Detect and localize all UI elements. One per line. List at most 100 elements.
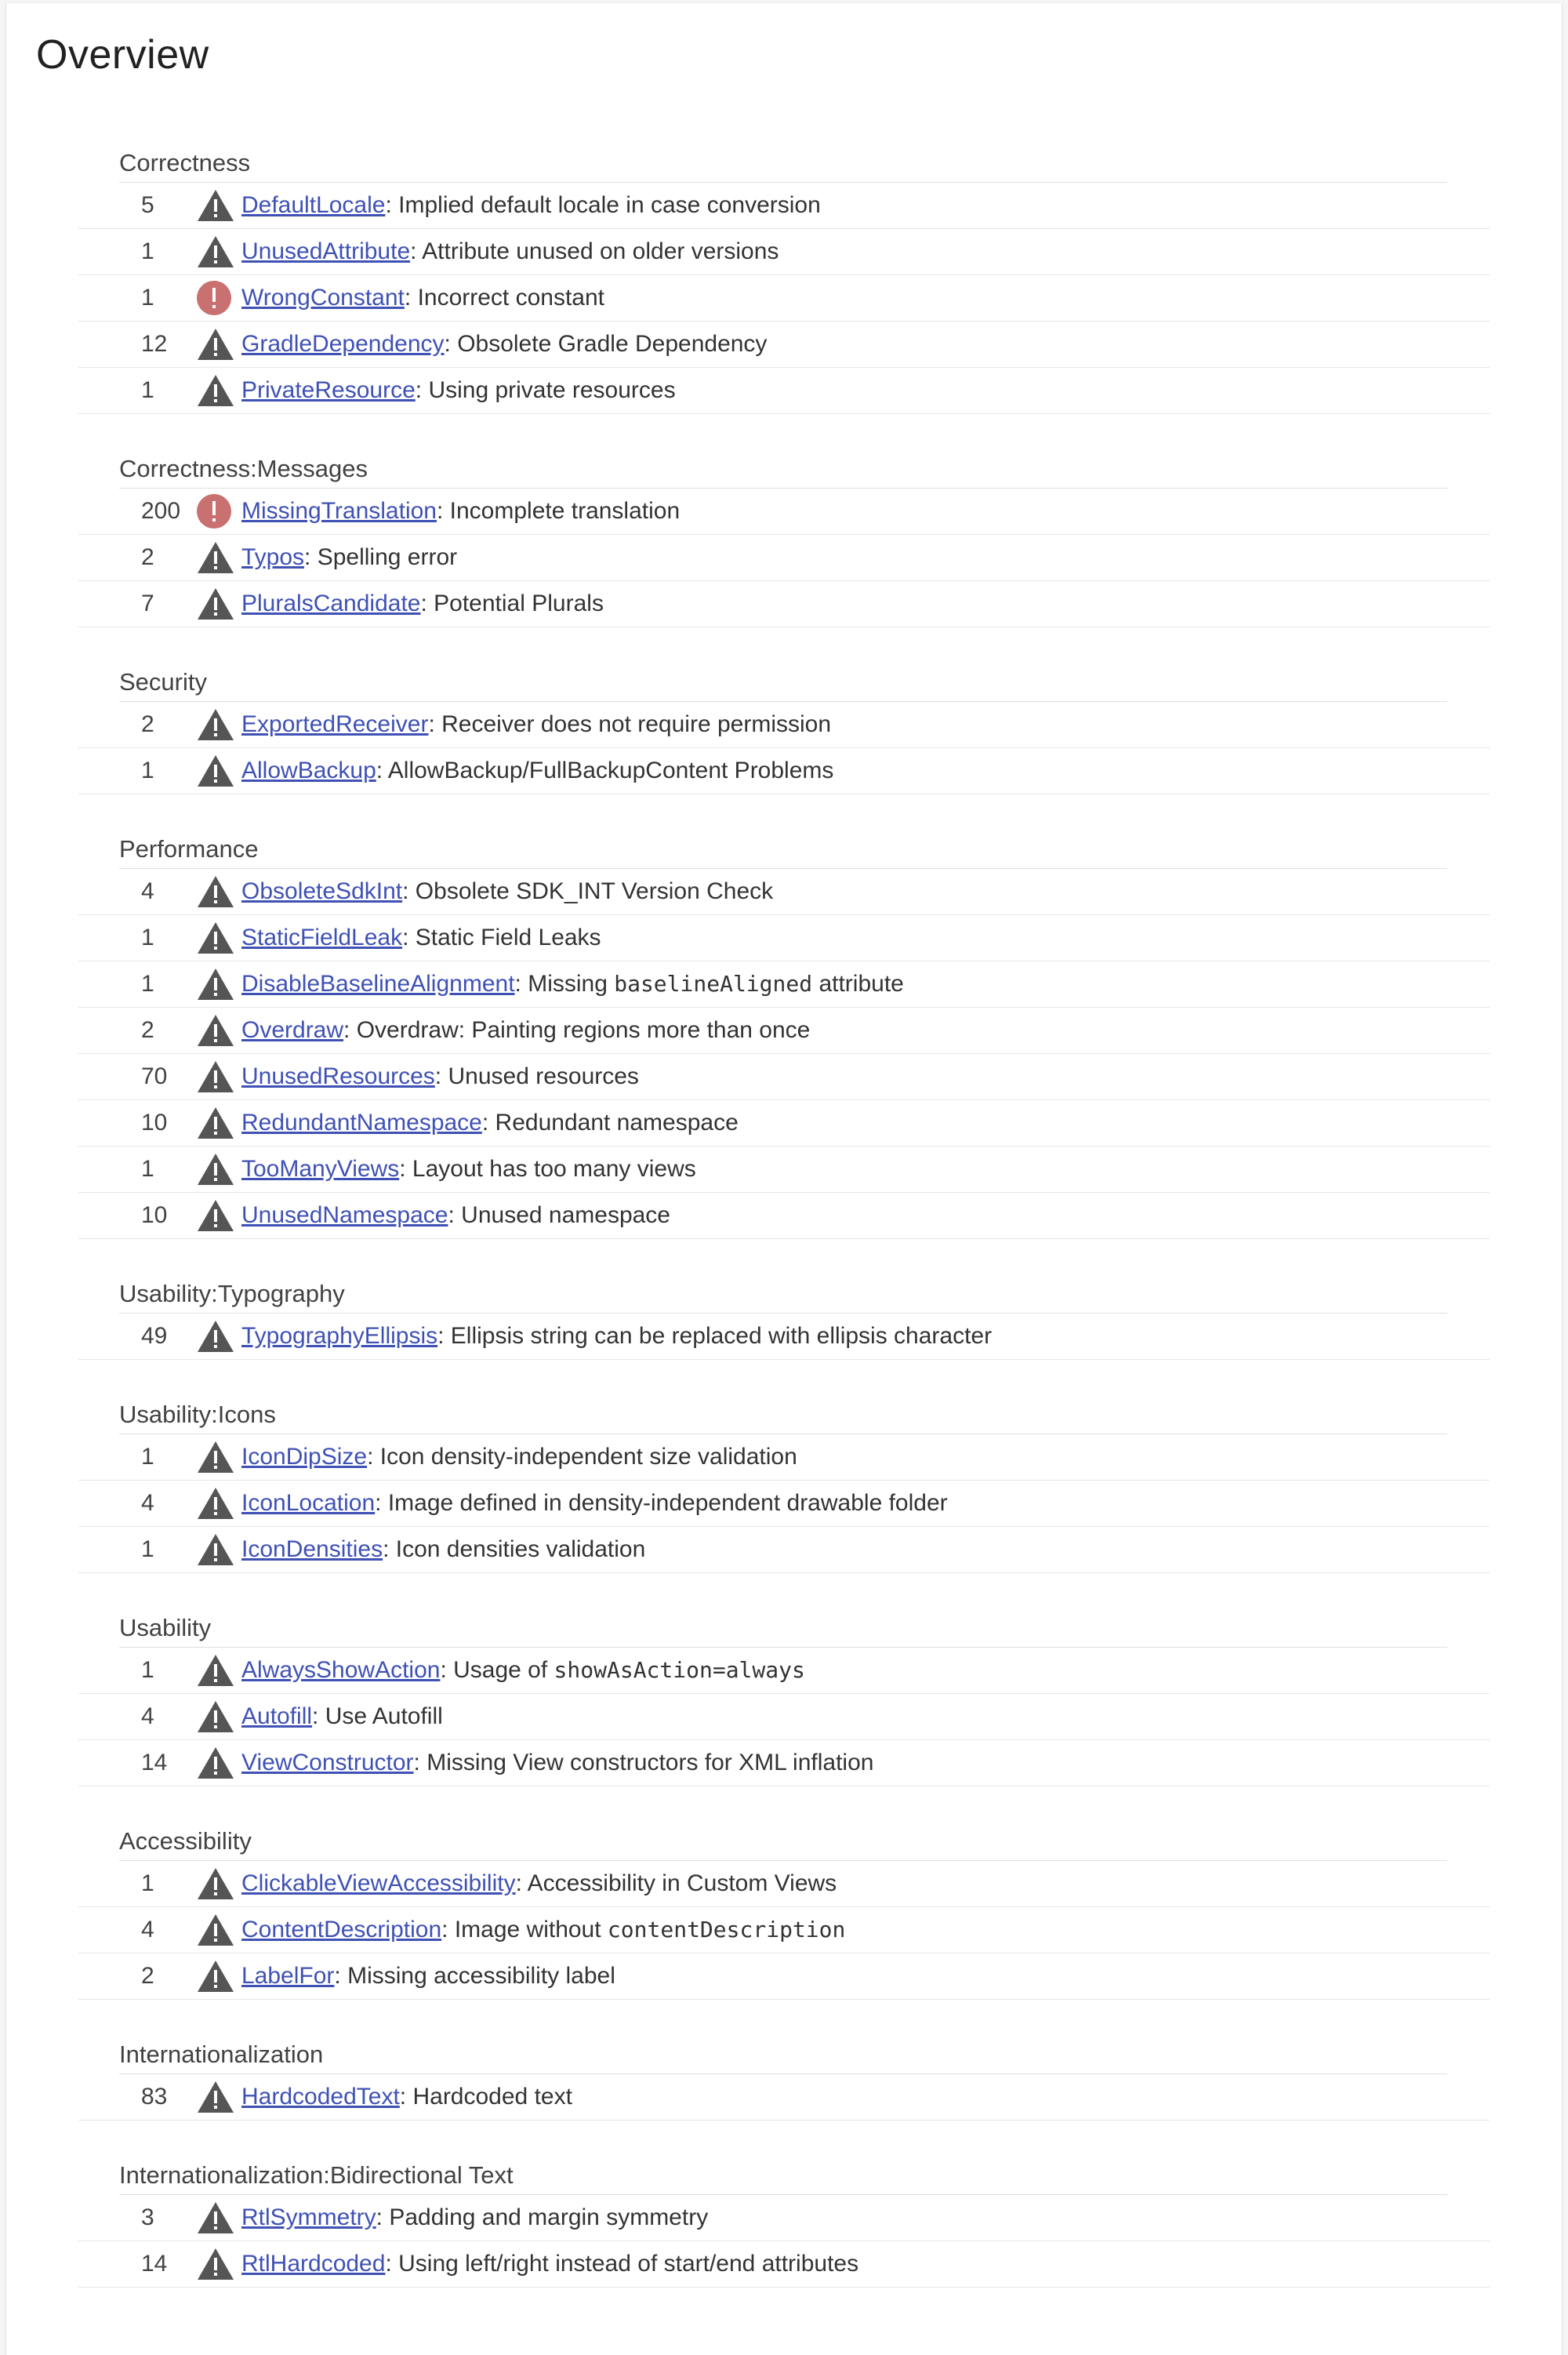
issue-link[interactable]: Autofill (241, 1703, 312, 1729)
issue-link[interactable]: UnusedAttribute (241, 238, 410, 264)
issue-description: AllowBackup: AllowBackup/FullBackupConte… (241, 758, 834, 783)
issue-summary: Redundant namespace (495, 1110, 739, 1136)
issue-description: Typos: Spelling error (241, 544, 458, 570)
issue-row: 200 MissingTranslation: Incomplete transl… (78, 489, 1490, 535)
section-usability-typography: Usability:Typography 49 TypographyEllipsis… (78, 1275, 1562, 1360)
issue-count: 1 (141, 1870, 154, 1896)
warning-triangle-icon (196, 965, 241, 1004)
issue-link[interactable]: RtlSymmetry (241, 2204, 376, 2230)
issue-link[interactable]: PluralsCandidate (241, 591, 420, 616)
issue-link[interactable]: PrivateResource (241, 377, 416, 403)
issue-row: 1 TooManyViews: Layout has too many views (78, 1147, 1490, 1193)
issue-link[interactable]: ObsoleteSdkInt (241, 878, 402, 904)
issue-summary: Static Field Leaks (415, 925, 601, 950)
issue-count: 2 (141, 1963, 154, 1989)
issue-row: 10 RedundantNamespace: Redundant namespac… (78, 1100, 1490, 1147)
issue-description: HardcodedText: Hardcoded text (241, 2084, 572, 2110)
warning-triangle-icon (196, 1910, 241, 1950)
section-title: Correctness (119, 144, 1447, 183)
issue-row: 1 WrongConstant: Incorrect constant (78, 275, 1490, 322)
overview-card: Overview Correctness 5 DefaultLocale: Impl… (6, 3, 1562, 2355)
issue-link[interactable]: ExportedReceiver (241, 711, 428, 737)
issue-link[interactable]: ContentDescription (241, 1917, 441, 1943)
warning-triangle-icon (196, 1150, 241, 1189)
issue-summary: Icon densities validation (395, 1536, 646, 1562)
issue-count: 4 (141, 1703, 154, 1729)
issue-link[interactable]: IconDipSize (241, 1444, 367, 1470)
issue-row: 1 ClickableViewAccessibility: Accessibili… (78, 1861, 1490, 1907)
issue-summary: Attribute unused on older versions (422, 238, 779, 264)
issue-row: 10 UnusedNamespace: Unused namespace (78, 1193, 1490, 1239)
issue-row: 7 PluralsCandidate: Potential Plurals (78, 581, 1490, 627)
issue-row: 49 TypographyEllipsis: Ellipsis string ca… (78, 1314, 1490, 1360)
issue-row: 14 RtlHardcoded: Using left/right instead… (78, 2241, 1490, 2288)
issue-description: StaticFieldLeak: Static Field Leaks (241, 925, 601, 950)
issue-link[interactable]: GradleDependency (241, 331, 445, 357)
page-title: Overview (36, 32, 209, 78)
issue-description: DisableBaselineAlignment: Missing baseli… (241, 971, 904, 997)
issue-link[interactable]: AllowBackup (241, 758, 376, 783)
issue-row: 4 Autofill: Use Autofill (78, 1694, 1490, 1740)
issue-link[interactable]: WrongConstant (241, 285, 405, 311)
issue-count: 4 (141, 1917, 154, 1943)
issue-link[interactable]: AlwaysShowAction (241, 1657, 440, 1683)
issue-link[interactable]: HardcodedText (241, 2084, 400, 2110)
warning-triangle-icon (196, 705, 241, 744)
section-title: Performance (119, 830, 1447, 869)
issue-link[interactable]: ViewConstructor (241, 1750, 414, 1775)
issue-summary: Image without (454, 1917, 608, 1943)
issue-count: 1 (141, 1536, 154, 1562)
issue-link[interactable]: TooManyViews (241, 1156, 399, 1182)
issue-link[interactable]: RedundantNamespace (241, 1110, 482, 1136)
issue-link[interactable]: StaticFieldLeak (241, 925, 402, 950)
issue-row: 2 Typos: Spelling error (78, 535, 1490, 581)
issue-summary: Spelling error (317, 544, 458, 570)
warning-triangle-icon (196, 1437, 241, 1477)
issue-summary: Obsolete SDK_INT Version Check (415, 878, 774, 904)
issue-link[interactable]: ClickableViewAccessibility (241, 1870, 516, 1896)
warning-triangle-icon (196, 584, 241, 623)
issue-link[interactable]: LabelFor (241, 1963, 334, 1989)
issue-summary: Unused resources (448, 1063, 639, 1089)
issue-link[interactable]: Typos (241, 544, 304, 570)
issue-link[interactable]: IconDensities (241, 1536, 383, 1562)
warning-triangle-icon (196, 1651, 241, 1690)
issue-link[interactable]: RtlHardcoded (241, 2251, 385, 2277)
issue-summary: Ellipsis string can be replaced with ell… (450, 1323, 993, 1349)
warning-triangle-icon (196, 1743, 241, 1783)
issue-count: 2 (141, 544, 154, 570)
warning-triangle-icon (196, 1011, 241, 1050)
section-title: Internationalization (119, 2036, 1447, 2074)
issue-link[interactable]: TypographyEllipsis (241, 1323, 437, 1349)
issue-row: 4 ObsoleteSdkInt: Obsolete SDK_INT Versio… (78, 869, 1490, 915)
warning-triangle-icon (196, 1196, 241, 1235)
issue-summary: AllowBackup/FullBackupContent Problems (387, 758, 834, 783)
issue-link[interactable]: MissingTranslation (241, 498, 437, 524)
issue-link[interactable]: UnusedNamespace (241, 1202, 448, 1228)
issue-description: MissingTranslation: Incomplete translati… (241, 498, 681, 524)
issue-summary: Unused namespace (461, 1202, 670, 1228)
section-security: Security 2 ExportedReceiver: Receiver does… (78, 663, 1562, 794)
issue-summary: Potential Plurals (434, 591, 604, 616)
issue-count: 7 (141, 591, 154, 616)
issue-count: 1 (141, 1156, 154, 1182)
issue-summary: Using private resources (428, 377, 676, 403)
issue-count: 14 (141, 2251, 168, 2277)
issue-link[interactable]: IconLocation (241, 1490, 375, 1516)
issue-count: 1 (141, 377, 154, 403)
warning-triangle-icon (196, 325, 241, 364)
issue-link[interactable]: Overdraw (241, 1017, 343, 1043)
issue-description: Overdraw: Overdraw: Painting regions mor… (241, 1017, 811, 1043)
section-internationalization: Internationalization 83 HardcodedText: Har… (78, 2036, 1562, 2121)
warning-triangle-icon (196, 538, 241, 577)
issue-link[interactable]: DisableBaselineAlignment (241, 971, 515, 997)
section-accessibility: Accessibility 1 ClickableViewAccessibility… (78, 1823, 1562, 2000)
issue-link[interactable]: UnusedResources (241, 1063, 435, 1089)
issue-link[interactable]: DefaultLocale (241, 192, 385, 218)
issue-count: 70 (141, 1063, 168, 1089)
issue-summary: Icon density-independent size validation (379, 1444, 797, 1470)
issue-description: UnusedResources: Unused resources (241, 1063, 639, 1089)
warning-triangle-icon (196, 1317, 241, 1356)
issue-description: RtlHardcoded: Using left/right instead o… (241, 2251, 859, 2277)
issue-summary: Obsolete Gradle Dependency (457, 331, 768, 357)
